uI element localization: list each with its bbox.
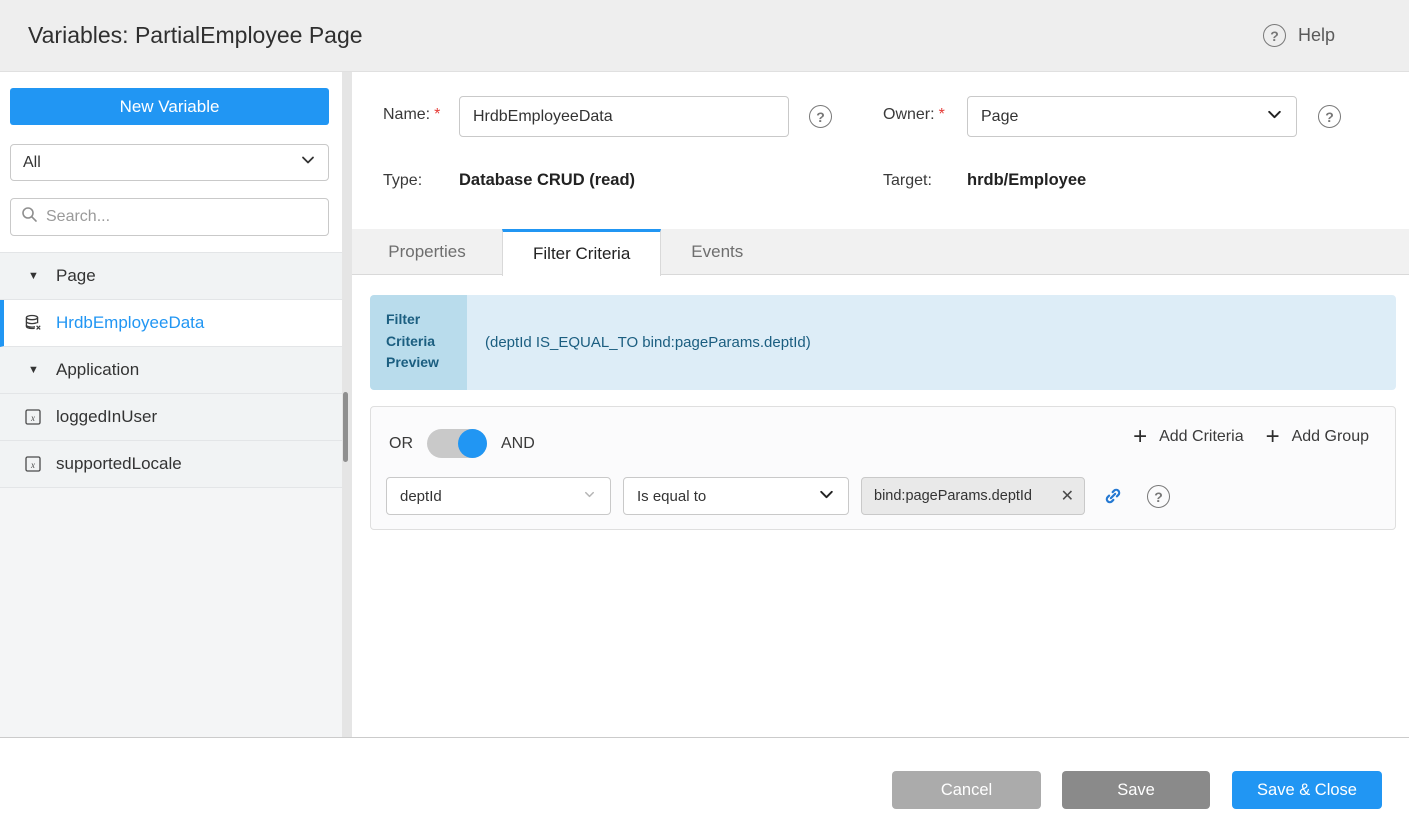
chevron-down-icon [818, 486, 835, 507]
variable-detail-panel: Name:* ? Owner:* Page ? Type: Database C… [352, 72, 1409, 737]
type-value: Database CRUD (read) [459, 171, 635, 190]
criteria-field-select[interactable]: deptId [386, 477, 611, 515]
plus-icon: + [1266, 425, 1280, 449]
sidebar-item-supportedlocale[interactable]: x supportedLocale [0, 441, 342, 488]
variable-type-filter-select[interactable]: All [10, 144, 329, 181]
add-criteria-button[interactable]: + Add Criteria [1133, 425, 1244, 449]
new-variable-button[interactable]: New Variable [10, 88, 329, 125]
chevron-down-icon [1266, 106, 1283, 128]
criteria-value-chip[interactable]: bind:pageParams.deptId ✕ [861, 477, 1085, 515]
filter-criteria-preview: Filter Criteria Preview (deptId IS_EQUAL… [370, 295, 1396, 390]
sidebar-item-loggedinuser[interactable]: x loggedInUser [0, 394, 342, 441]
operator-selected-value: Is equal to [637, 488, 818, 505]
name-help-icon[interactable]: ? [809, 105, 832, 128]
sidebar-group-application[interactable]: ▼ Application [0, 347, 342, 394]
preview-expression: (deptId IS_EQUAL_TO bind:pageParams.dept… [467, 295, 1396, 390]
variables-dialog: Variables: PartialEmployee Page ? Help N… [0, 0, 1409, 838]
sidebar-group-page[interactable]: ▼ Page [0, 253, 342, 300]
field-selected-value: deptId [400, 488, 582, 505]
variable-label: loggedInUser [56, 407, 157, 427]
variable-label: supportedLocale [56, 454, 182, 474]
toggle-knob [458, 429, 487, 458]
tab-properties[interactable]: Properties [352, 229, 502, 275]
variable-label: HrdbEmployeeData [56, 313, 204, 333]
bound-value: bind:pageParams.deptId [874, 488, 1055, 504]
help-label: Help [1298, 25, 1335, 46]
owner-select[interactable]: Page [967, 96, 1297, 137]
or-label: OR [389, 435, 413, 453]
help-button[interactable]: ? Help [1263, 0, 1335, 71]
chevron-down-icon [300, 152, 316, 173]
sidebar-controls: New Variable All [0, 72, 342, 252]
collapse-triangle-icon[interactable]: ▼ [28, 270, 42, 282]
help-circle-icon: ? [1263, 24, 1286, 47]
owner-label: Owner:* [883, 106, 945, 124]
bind-link-icon[interactable] [1101, 484, 1125, 508]
cancel-button[interactable]: Cancel [892, 771, 1041, 809]
type-label: Type: [383, 172, 422, 190]
required-asterisk: * [434, 106, 440, 123]
criteria-operator-select[interactable]: Is equal to [623, 477, 849, 515]
group-label: Application [56, 360, 139, 380]
name-input[interactable] [459, 96, 789, 137]
dialog-header: Variables: PartialEmployee Page ? Help [0, 0, 1409, 72]
logic-toggle-row: OR AND [389, 429, 535, 458]
collapse-triangle-icon[interactable]: ▼ [28, 364, 42, 376]
tab-filter-criteria[interactable]: Filter Criteria [502, 229, 661, 276]
owner-selected-value: Page [981, 108, 1266, 126]
search-icon [21, 206, 38, 228]
variable-icon: x [24, 455, 42, 473]
svg-text:x: x [30, 413, 35, 423]
and-label: AND [501, 435, 535, 453]
tab-events[interactable]: Events [661, 229, 773, 275]
target-label: Target: [883, 172, 932, 190]
page-title: Variables: PartialEmployee Page [28, 0, 363, 71]
criteria-builder: OR AND + Add Criteria + Add Group dept [370, 406, 1396, 530]
preview-label: Filter Criteria Preview [370, 295, 467, 390]
filter-selected-value: All [23, 154, 300, 172]
plus-icon: + [1133, 425, 1147, 449]
required-asterisk: * [939, 106, 945, 123]
or-and-toggle[interactable] [427, 429, 487, 458]
save-button[interactable]: Save [1062, 771, 1210, 809]
variables-sidebar: New Variable All ▼ Page [0, 72, 342, 737]
criteria-row: deptId Is equal to bind:pageParams.deptI… [386, 477, 1170, 515]
variable-icon: x [24, 408, 42, 426]
criteria-help-icon[interactable]: ? [1147, 485, 1170, 508]
chevron-down-icon [582, 487, 597, 506]
add-group-button[interactable]: + Add Group [1266, 425, 1369, 449]
sidebar-item-hrdbemployeedata[interactable]: HrdbEmployeeData [0, 300, 342, 347]
group-label: Page [56, 266, 96, 286]
owner-help-icon[interactable]: ? [1318, 105, 1341, 128]
add-actions: + Add Criteria + Add Group [1133, 425, 1369, 449]
scrollbar-thumb[interactable] [343, 392, 348, 462]
dialog-footer: Cancel Save Save & Close [0, 738, 1409, 838]
name-label: Name:* [383, 106, 440, 124]
save-and-close-button[interactable]: Save & Close [1232, 771, 1382, 809]
search-input[interactable] [46, 208, 318, 226]
remove-binding-icon[interactable]: ✕ [1059, 486, 1076, 506]
target-value: hrdb/Employee [967, 171, 1086, 190]
variable-search [10, 198, 329, 236]
database-icon [24, 314, 42, 332]
sidebar-scrollbar[interactable] [342, 72, 352, 737]
variable-list: ▼ Page HrdbEmployeeData ▼ [0, 252, 342, 488]
detail-tabs: Properties Filter Criteria Events [352, 229, 1409, 275]
svg-text:x: x [30, 460, 35, 470]
